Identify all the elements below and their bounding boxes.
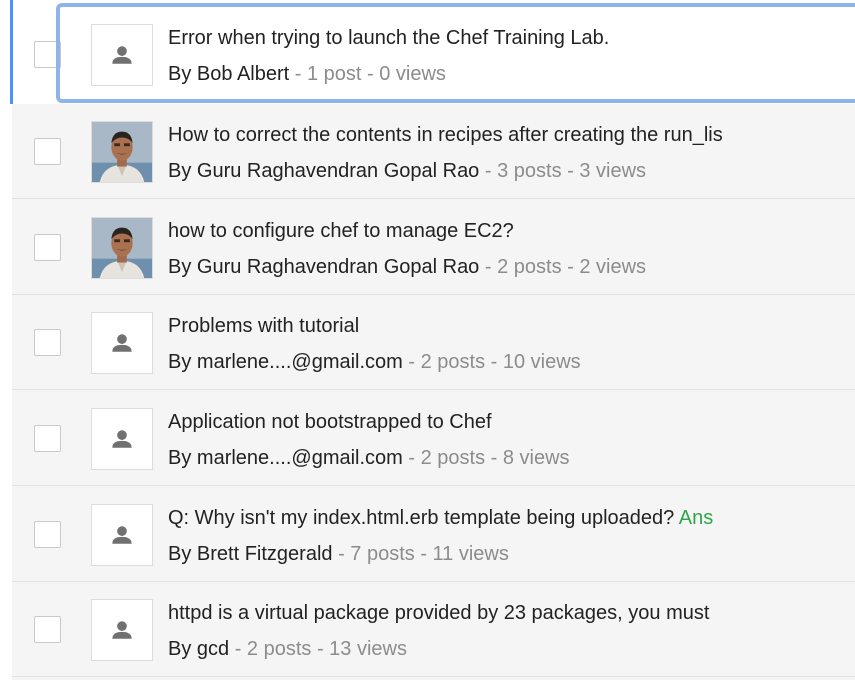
topic-list: Error when trying to launch the Chef Tra… — [12, 0, 855, 680]
post-view-stats: - 2 posts - 8 views — [402, 447, 570, 469]
topic-title[interactable]: how to configure chef to manage EC2? — [168, 220, 514, 243]
by-label: By — [168, 351, 197, 373]
author-name[interactable]: gcd — [197, 638, 229, 660]
author-name[interactable]: Brett Fitzgerald — [197, 543, 333, 565]
topic-title-text: Problems with tutorial — [168, 315, 360, 337]
topic-title[interactable]: Q: Why isn't my index.html.erb template … — [168, 507, 713, 530]
topic-meta: By Bob Albert - 1 post - 0 views — [168, 63, 446, 86]
default-avatar-icon — [91, 312, 153, 374]
by-label: By — [168, 63, 197, 85]
author-name[interactable]: marlene....@gmail.com — [197, 351, 403, 373]
user-photo-avatar — [91, 217, 153, 279]
topic-title[interactable]: Problems with tutorial — [168, 315, 359, 338]
by-label: By — [168, 543, 197, 565]
post-view-stats: - 3 posts - 3 views — [479, 160, 647, 182]
topic-meta: By Guru Raghavendran Gopal Rao - 3 posts… — [168, 160, 646, 183]
author-name[interactable]: marlene....@gmail.com — [197, 447, 403, 469]
default-avatar-icon — [91, 504, 153, 566]
topic-row[interactable]: How to correct the contents in recipes a… — [12, 104, 855, 199]
select-checkbox[interactable] — [34, 329, 61, 356]
topic-row[interactable]: Error when trying to launch the Chef Tra… — [12, 0, 855, 104]
default-avatar-icon — [91, 408, 153, 470]
by-label: By — [168, 638, 197, 660]
topic-title-text: how to configure chef to manage EC2? — [168, 220, 514, 242]
by-label: By — [168, 160, 197, 182]
topic-title-text: Error when trying to launch the Chef Tra… — [168, 27, 610, 49]
topic-title[interactable]: Error when trying to launch the Chef Tra… — [168, 27, 609, 50]
post-view-stats: - 2 posts - 2 views — [479, 256, 647, 278]
select-checkbox[interactable] — [34, 521, 61, 548]
post-view-stats: - 7 posts - 11 views — [332, 543, 509, 565]
by-label: By — [168, 447, 197, 469]
select-checkbox[interactable] — [34, 425, 61, 452]
post-view-stats: - 2 posts - 10 views — [402, 351, 581, 373]
post-view-stats: - 2 posts - 13 views — [229, 638, 407, 660]
topic-title[interactable]: How to correct the contents in recipes a… — [168, 124, 723, 147]
select-checkbox[interactable] — [34, 234, 61, 261]
by-label: By — [168, 256, 197, 278]
select-checkbox[interactable] — [34, 616, 61, 643]
author-name[interactable]: Guru Raghavendran Gopal Rao — [197, 256, 479, 278]
topic-meta: By Brett Fitzgerald - 7 posts - 11 views — [168, 543, 509, 566]
author-name[interactable]: Bob Albert — [197, 63, 289, 85]
answered-badge: Ans — [678, 507, 714, 529]
author-name[interactable]: Guru Raghavendran Gopal Rao — [197, 160, 479, 182]
topic-title-text: Q: Why isn't my index.html.erb template … — [168, 507, 679, 529]
topic-title[interactable]: httpd is a virtual package provided by 2… — [168, 602, 709, 625]
topic-meta: By marlene....@gmail.com - 2 posts - 8 v… — [168, 447, 570, 470]
topic-meta: By marlene....@gmail.com - 2 posts - 10 … — [168, 351, 581, 374]
default-avatar-icon — [91, 24, 153, 86]
topic-meta: By Guru Raghavendran Gopal Rao - 2 posts… — [168, 256, 646, 279]
select-checkbox[interactable] — [34, 138, 61, 165]
default-avatar-icon — [91, 599, 153, 661]
topic-title[interactable]: Application not bootstrapped to Chef — [168, 411, 492, 434]
post-view-stats: - 1 post - 0 views — [289, 63, 446, 85]
topic-title-text: Application not bootstrapped to Chef — [168, 411, 492, 433]
topic-row[interactable]: Q: Why isn't my index.html.erb template … — [12, 487, 855, 582]
topic-title-text: httpd is a virtual package provided by 2… — [168, 602, 710, 624]
user-photo-avatar — [91, 121, 153, 183]
topic-row[interactable]: how to configure chef to manage EC2? By G… — [12, 200, 855, 295]
topic-meta: By gcd - 2 posts - 13 views — [168, 638, 407, 661]
topic-row[interactable]: Problems with tutorial By marlene....@gma… — [12, 295, 855, 390]
selected-row-indicator — [10, 0, 13, 104]
topic-row[interactable]: httpd is a virtual package provided by 2… — [12, 582, 855, 677]
topic-title-text: How to correct the contents in recipes a… — [168, 124, 723, 146]
select-checkbox[interactable] — [34, 41, 61, 68]
topic-row[interactable]: Application not bootstrapped to Chef By m… — [12, 391, 855, 486]
